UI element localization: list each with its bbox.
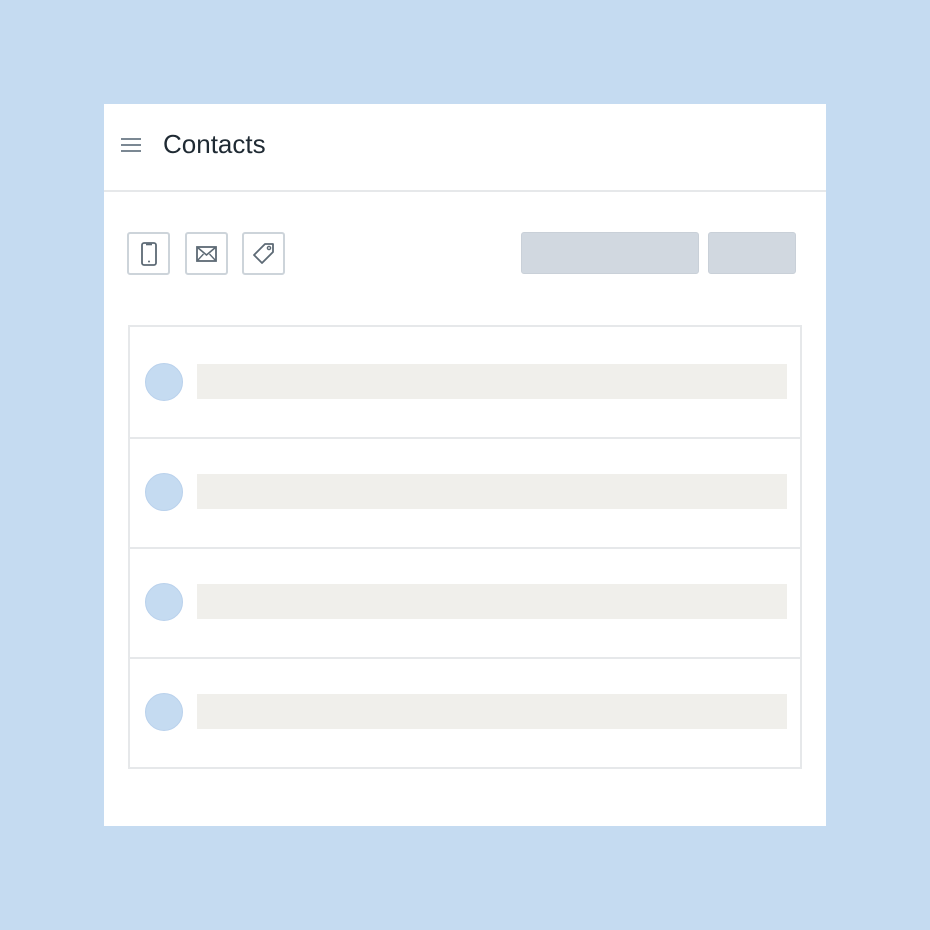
tag-filter-button[interactable] bbox=[242, 232, 285, 275]
contact-name-placeholder bbox=[197, 474, 787, 509]
contact-row[interactable] bbox=[130, 657, 800, 767]
contacts-card: Contacts bbox=[104, 104, 826, 826]
phone-filter-button[interactable] bbox=[127, 232, 170, 275]
page-title: Contacts bbox=[163, 129, 266, 159]
primary-action-button-placeholder[interactable] bbox=[521, 232, 699, 274]
email-filter-button[interactable] bbox=[185, 232, 228, 275]
avatar bbox=[145, 693, 183, 731]
mobile-phone-icon bbox=[141, 242, 157, 266]
avatar bbox=[145, 363, 183, 401]
hamburger-menu-icon[interactable] bbox=[120, 134, 142, 156]
contact-name-placeholder bbox=[197, 364, 787, 399]
contact-row[interactable] bbox=[130, 547, 800, 657]
app-header: Contacts bbox=[104, 104, 826, 192]
contact-name-placeholder bbox=[197, 584, 787, 619]
secondary-action-button-placeholder[interactable] bbox=[708, 232, 796, 274]
contact-row[interactable] bbox=[130, 437, 800, 547]
envelope-icon bbox=[196, 246, 217, 262]
tag-icon bbox=[253, 243, 274, 264]
contact-row[interactable] bbox=[130, 327, 800, 437]
contact-name-placeholder bbox=[197, 694, 787, 729]
avatar bbox=[145, 473, 183, 511]
avatar bbox=[145, 583, 183, 621]
contacts-list bbox=[128, 325, 802, 769]
